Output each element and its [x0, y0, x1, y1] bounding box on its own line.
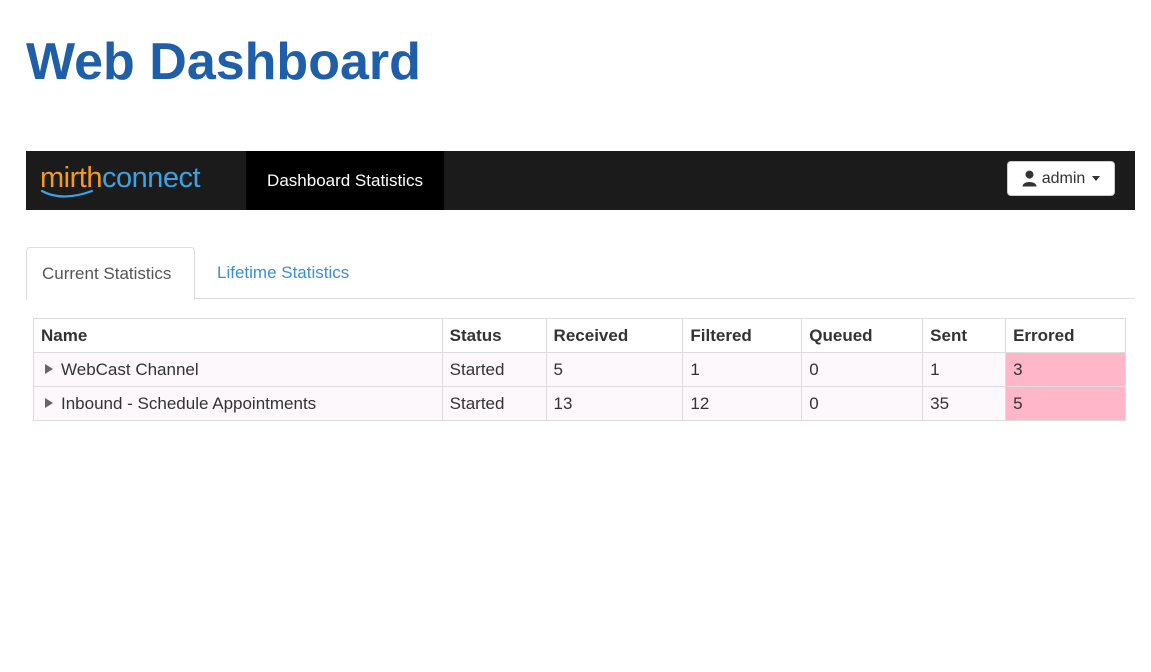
table-header-row: Name Status Received Filtered Queued Sen… [33, 318, 1126, 353]
page: Web Dashboard mirthconnect Dashboard Sta… [0, 0, 1151, 672]
queued-cell: 0 [801, 352, 924, 387]
filtered-cell: 12 [682, 386, 803, 421]
user-name: admin [1041, 169, 1086, 187]
received-cell: 5 [545, 352, 684, 387]
statistics-tabs: Current Statistics Lifetime Statistics [26, 247, 1135, 300]
table-row[interactable]: Inbound - Schedule Appointments Started … [33, 386, 1126, 421]
user-menu-button[interactable]: admin [1007, 161, 1115, 196]
tab-current-statistics[interactable]: Current Statistics [26, 247, 195, 300]
column-header-status[interactable]: Status [441, 318, 547, 353]
channel-statistics-table: Name Status Received Filtered Queued Sen… [33, 318, 1126, 421]
status-cell: Started [441, 386, 547, 421]
received-cell: 13 [545, 386, 684, 421]
channel-name-cell[interactable]: WebCast Channel [33, 352, 443, 387]
table-row[interactable]: WebCast Channel Started 5 1 0 1 3 [33, 352, 1126, 387]
queued-cell: 0 [801, 386, 924, 421]
sent-cell: 1 [922, 352, 1007, 387]
column-header-queued[interactable]: Queued [801, 318, 924, 353]
nav-tab-dashboard-statistics[interactable]: Dashboard Statistics [246, 151, 444, 210]
channel-name-cell[interactable]: Inbound - Schedule Appointments [33, 386, 443, 421]
filtered-cell: 1 [682, 352, 803, 387]
column-header-received[interactable]: Received [545, 318, 684, 353]
status-cell: Started [441, 352, 547, 387]
column-header-name[interactable]: Name [33, 318, 443, 353]
logo-text-connect: connect [101, 162, 201, 194]
channel-name: WebCast Channel [61, 359, 199, 379]
expand-arrow-icon[interactable] [45, 363, 53, 374]
tab-lifetime-statistics[interactable]: Lifetime Statistics [202, 247, 364, 299]
navbar: mirthconnect Dashboard Statistics admin [26, 151, 1135, 210]
expand-arrow-icon[interactable] [45, 397, 53, 408]
column-header-filtered[interactable]: Filtered [682, 318, 803, 353]
sent-cell: 35 [922, 386, 1007, 421]
slide-title: Web Dashboard [26, 33, 421, 91]
channel-name: Inbound - Schedule Appointments [61, 393, 317, 413]
user-icon [1022, 170, 1037, 187]
logo-swoosh-icon [40, 189, 94, 198]
column-header-errored[interactable]: Errored [1005, 318, 1126, 353]
mirthconnect-logo[interactable]: mirthconnect [40, 160, 240, 200]
errored-cell: 3 [1005, 352, 1126, 387]
errored-cell: 5 [1005, 386, 1126, 421]
column-header-sent[interactable]: Sent [922, 318, 1007, 353]
chevron-down-icon [1092, 176, 1101, 181]
